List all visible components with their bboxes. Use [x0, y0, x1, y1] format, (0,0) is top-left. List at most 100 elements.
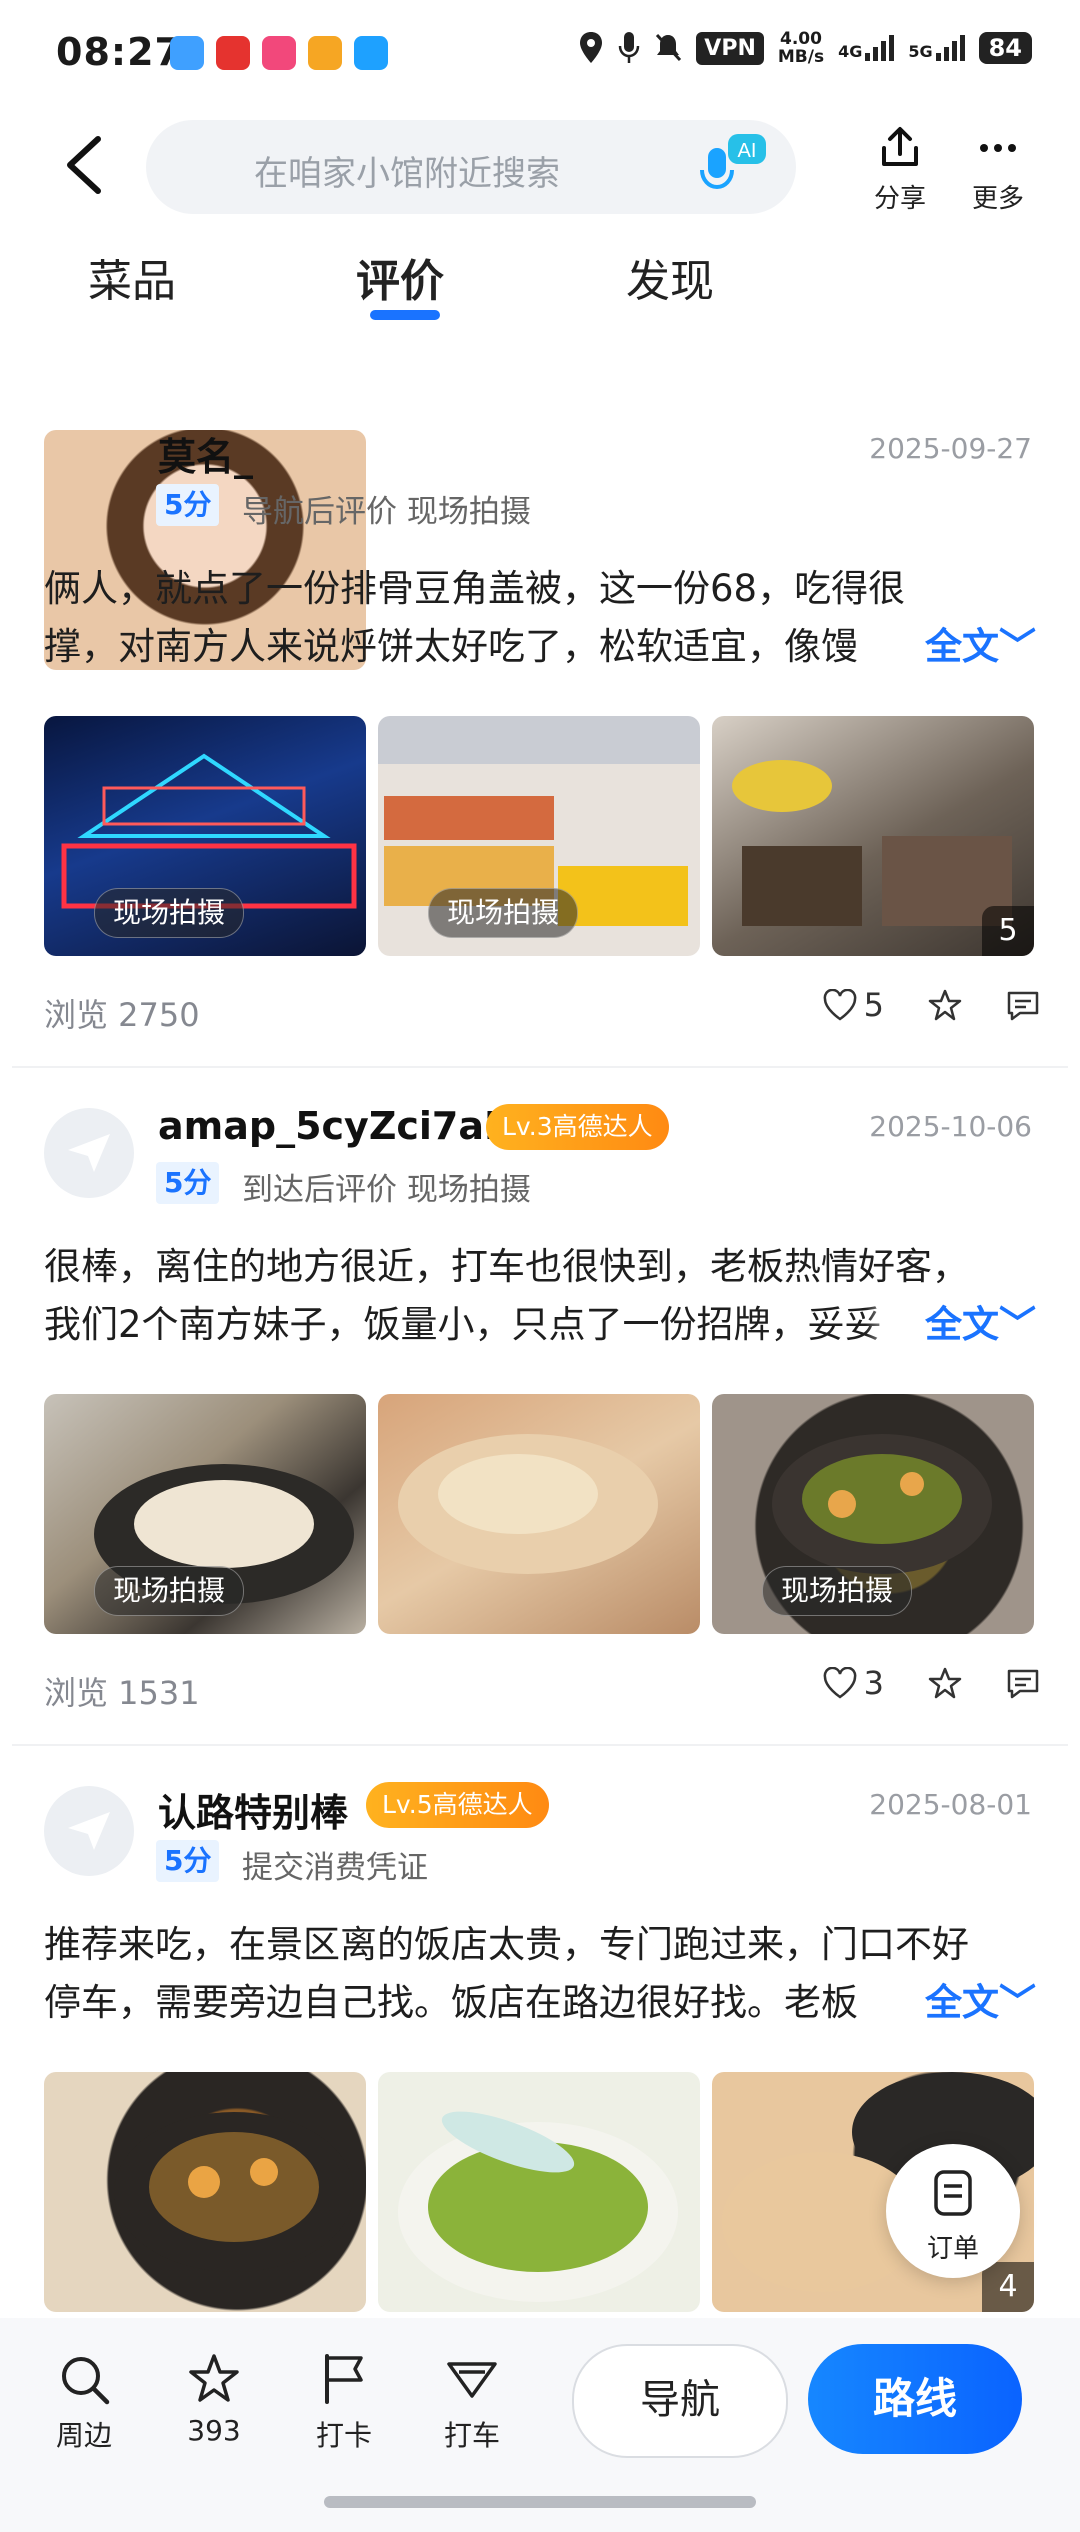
- search-placeholder: 在咱家小馆附近搜索: [254, 154, 560, 194]
- review-text-line: 推荐来吃，在景区离的饭店太贵，专门跑过来，门口不好: [44, 1923, 969, 1966]
- full-text-label: 全文: [925, 1303, 999, 1346]
- signal-4g-label: 4G: [838, 42, 863, 61]
- order-receipt-icon: [934, 2170, 972, 2216]
- level-badge: Lv.3高德达人: [486, 1104, 669, 1150]
- search-bar[interactable]: 在咱家小馆附近搜索 AI: [146, 120, 796, 214]
- review-username[interactable]: 莫名_: [158, 426, 253, 481]
- signal-bars-icon: [865, 35, 895, 61]
- like-button[interactable]: 3: [822, 1664, 884, 1702]
- comment-icon[interactable]: [1006, 1667, 1040, 1699]
- search-icon: [62, 2357, 110, 2405]
- review-username[interactable]: 认路特别棒: [158, 1782, 348, 1837]
- nearby-label: 周边: [55, 2419, 112, 2452]
- chevron-down-icon: ﹀: [999, 625, 1036, 668]
- app-notification-icon: [216, 36, 250, 70]
- review-score: 5分: [156, 1162, 220, 1204]
- review-photo[interactable]: 现场拍摄: [44, 1394, 366, 1634]
- view-count: 浏览 1531: [44, 1674, 200, 1712]
- review-photo[interactable]: [44, 2072, 366, 2312]
- flatbread-image: [398, 1434, 658, 1574]
- app-notification-icon: [262, 36, 296, 70]
- review-photo[interactable]: 现场拍摄: [44, 716, 366, 956]
- more-button[interactable]: 更多: [948, 126, 1048, 215]
- mute-bell-icon: [656, 33, 682, 62]
- review-date: 2025-08-01: [869, 1788, 1032, 1821]
- avatar[interactable]: [44, 1108, 134, 1198]
- like-button[interactable]: 5: [822, 986, 884, 1024]
- divider: [12, 1744, 1068, 1746]
- avatar[interactable]: [44, 1786, 134, 1876]
- route-button[interactable]: 路线: [808, 2344, 1022, 2454]
- review-actions: 3: [822, 1664, 1040, 1702]
- full-text-label: 全文: [925, 625, 999, 668]
- tab-dishes[interactable]: 菜品: [88, 245, 176, 309]
- more-dots-icon: [980, 144, 1016, 152]
- photo-tag: 现场拍摄: [762, 1566, 913, 1616]
- nearby-button[interactable]: 周边: [34, 2352, 134, 2454]
- vpn-badge: VPN: [696, 31, 764, 65]
- checkin-button[interactable]: 打卡: [294, 2352, 394, 2454]
- star-icon[interactable]: [928, 1666, 962, 1700]
- review-date: 2025-10-06: [869, 1110, 1032, 1143]
- expand-full-text-button[interactable]: 全文﹀: [865, 1296, 1036, 1354]
- order-button[interactable]: 订单: [886, 2144, 1020, 2278]
- review-photo[interactable]: 现场拍摄: [712, 1394, 1034, 1634]
- bottom-action-bar: 周边 393 打卡 打车 导航 路线: [0, 2318, 1080, 2532]
- review-card[interactable]: amap_5cyZci7aHi Lv.3高德达人 2025-10-06 5分 到…: [0, 1098, 1080, 1738]
- review-meta: 导航后评价 现场拍摄: [242, 494, 531, 530]
- comment-icon[interactable]: [1006, 989, 1040, 1021]
- back-arrow-icon: [67, 136, 101, 194]
- flag-icon: [325, 2354, 363, 2404]
- ai-voice-button[interactable]: AI: [698, 132, 768, 202]
- review-score: 5分: [156, 1840, 220, 1882]
- photo-tag: 现场拍摄: [94, 1566, 245, 1616]
- paper-plane-icon: [68, 1134, 110, 1172]
- favorite-count: 393: [187, 2414, 241, 2447]
- review-photo[interactable]: 现场拍摄: [378, 716, 700, 956]
- app-notification-icon: [354, 36, 388, 70]
- chevron-down-icon: ﹀: [999, 1303, 1036, 1346]
- photo-count: 4: [982, 2262, 1034, 2312]
- home-indicator[interactable]: [324, 2496, 756, 2508]
- status-bar: 08:27 VPN 4.00 MB/s 4G 5G 84: [0, 0, 1080, 110]
- heart-icon: [823, 989, 857, 1021]
- signal-4g: 4G: [838, 35, 895, 61]
- taxi-label: 打车: [443, 2419, 500, 2452]
- battery-indicator: 84: [978, 32, 1032, 64]
- location-icon: [580, 32, 603, 63]
- system-icons: VPN 4.00 MB/s 4G 5G 84: [578, 30, 1032, 66]
- navigate-button[interactable]: 导航: [572, 2344, 788, 2458]
- tab-discover[interactable]: 发现: [626, 245, 714, 309]
- share-button[interactable]: 分享: [850, 126, 950, 215]
- chevron-down-icon: ﹀: [999, 1981, 1036, 2024]
- tab-reviews[interactable]: 评价: [356, 245, 444, 309]
- review-text-line: 俩人，就点了一份排骨豆角盖被，这一份68，吃得很: [44, 567, 906, 610]
- review-photo[interactable]: [378, 2072, 700, 2312]
- review-photo[interactable]: [378, 1394, 700, 1634]
- weibo-icon: [308, 36, 342, 70]
- review-meta: 到达后评价 现场拍摄: [242, 1172, 531, 1208]
- paper-plane-icon: [68, 1812, 110, 1850]
- expand-full-text-button[interactable]: 全文﹀: [865, 618, 1036, 676]
- network-speed: 4.00 MB/s: [778, 30, 824, 66]
- microphone-icon: [619, 32, 640, 63]
- expand-full-text-button[interactable]: 全文﹀: [865, 1974, 1036, 2032]
- status-time: 08:27: [56, 30, 182, 74]
- speed-value: 4.00: [779, 29, 822, 49]
- taxi-button[interactable]: 打车: [422, 2352, 522, 2454]
- star-icon[interactable]: [928, 988, 962, 1022]
- signal-bars-icon: [935, 35, 965, 61]
- photo-tag: 现场拍摄: [94, 888, 245, 938]
- ai-label: AI: [738, 140, 757, 162]
- photo-tag: 现场拍摄: [428, 888, 579, 938]
- app-notification-icon: [170, 36, 204, 70]
- view-count: 浏览 2750: [44, 996, 200, 1034]
- review-photo[interactable]: 5: [712, 716, 1034, 956]
- back-button[interactable]: [62, 135, 106, 195]
- photo-count: 5: [982, 906, 1034, 956]
- level-badge: Lv.5高德达人: [366, 1782, 549, 1828]
- ai-voice-icon: AI: [700, 134, 766, 190]
- favorite-button[interactable]: 393: [164, 2352, 264, 2447]
- review-username[interactable]: amap_5cyZci7aHi: [158, 1104, 529, 1148]
- review-card[interactable]: 莫名_ 2025-09-27 5分 导航后评价 现场拍摄 俩人，就点了一份排骨豆…: [0, 420, 1080, 1060]
